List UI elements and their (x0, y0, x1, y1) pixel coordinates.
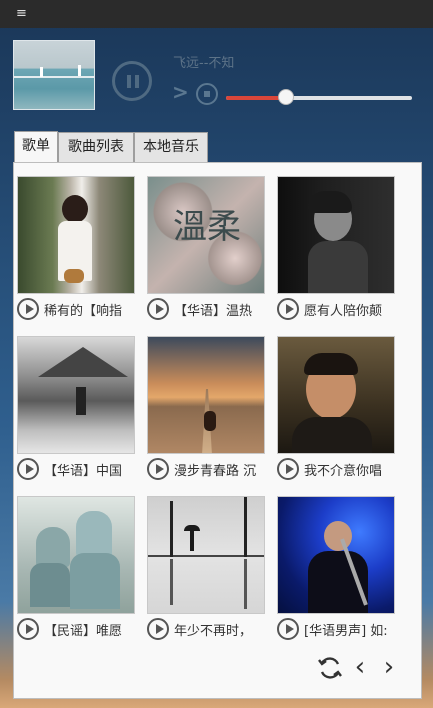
playlist-title[interactable]: 【民谣】唯愿 (44, 620, 136, 639)
playlist-title[interactable]: 稀有的【响指 (44, 300, 136, 319)
playlist-thumbnail[interactable] (17, 176, 135, 294)
tab-playlists[interactable]: 歌单 (14, 131, 58, 163)
play-circle-icon[interactable] (277, 618, 299, 640)
tab-song-list[interactable]: 歌曲列表 (58, 132, 134, 162)
stop-button[interactable] (196, 83, 218, 105)
song-title: 飞远--不知 (173, 56, 235, 71)
play-circle-icon[interactable] (277, 458, 299, 480)
title-bar: ≡ (0, 0, 433, 28)
playlist-caption[interactable]: 漫步青春路 沉 (147, 458, 267, 482)
playlist-thumbnail[interactable] (277, 336, 395, 454)
play-circle-icon[interactable] (277, 298, 299, 320)
play-circle-icon[interactable] (17, 618, 39, 640)
playlist-caption[interactable]: 年少不再时， (147, 618, 267, 642)
playlist-thumbnail[interactable] (147, 496, 265, 614)
playlist-title[interactable]: 【华语】中国 (44, 460, 136, 479)
playlist-caption[interactable]: [华语男声] 如: (277, 618, 397, 642)
cover-figure (78, 65, 81, 76)
play-circle-icon[interactable] (17, 298, 39, 320)
pause-icon-bar (127, 75, 131, 88)
playlist-thumbnail[interactable] (277, 176, 395, 294)
progress-thumb[interactable] (277, 89, 294, 105)
playlist-title[interactable]: 我不介意你唱 (304, 460, 396, 479)
playlist-caption[interactable]: 【华语】中国 (17, 458, 137, 482)
playlist-title[interactable]: 【华语】温热 (174, 300, 266, 319)
playlist-thumbnail[interactable] (147, 336, 265, 454)
album-cover[interactable] (13, 40, 95, 110)
play-circle-icon[interactable] (147, 458, 169, 480)
pause-button[interactable] (112, 61, 152, 101)
progress-slider[interactable] (226, 89, 412, 105)
playlist-caption[interactable]: 【华语】温热 (147, 298, 267, 322)
playlist-title[interactable]: [华语男声] 如: (304, 620, 396, 639)
cover-figure (40, 67, 43, 77)
playlist-thumbnail[interactable] (17, 496, 135, 614)
prev-page-icon[interactable]: ‹ (349, 650, 371, 684)
play-circle-icon[interactable] (147, 298, 169, 320)
next-track-icon[interactable]: > (172, 82, 189, 102)
playlist-thumbnail[interactable] (277, 496, 395, 614)
playlist-caption[interactable]: 稀有的【响指 (17, 298, 137, 322)
playlist-thumbnail[interactable]: 溫柔 (147, 176, 265, 294)
playlist-thumbnail[interactable] (17, 336, 135, 454)
playlist-title[interactable]: 漫步青春路 沉 (174, 460, 266, 479)
stop-icon (204, 91, 210, 97)
menu-icon[interactable]: ≡ (16, 5, 27, 23)
progress-fill (226, 96, 286, 100)
playlist-panel: 稀有的【响指 溫柔 【华语】温热 愿有人陪你颠 【华语】中国 漫步青春路 沉 我… (13, 162, 422, 699)
refresh-icon[interactable] (317, 650, 343, 684)
next-page-icon[interactable]: › (378, 650, 400, 684)
playlist-title[interactable]: 愿有人陪你颠 (304, 300, 396, 319)
play-circle-icon[interactable] (17, 458, 39, 480)
play-circle-icon[interactable] (147, 618, 169, 640)
playlist-caption[interactable]: 愿有人陪你颠 (277, 298, 397, 322)
playlist-caption[interactable]: 【民谣】唯愿 (17, 618, 137, 642)
cover-rail (14, 76, 94, 78)
pause-icon-bar (135, 75, 139, 88)
tab-local-music[interactable]: 本地音乐 (134, 132, 208, 162)
playlist-title[interactable]: 年少不再时， (174, 620, 266, 639)
playlist-caption[interactable]: 我不介意你唱 (277, 458, 397, 482)
